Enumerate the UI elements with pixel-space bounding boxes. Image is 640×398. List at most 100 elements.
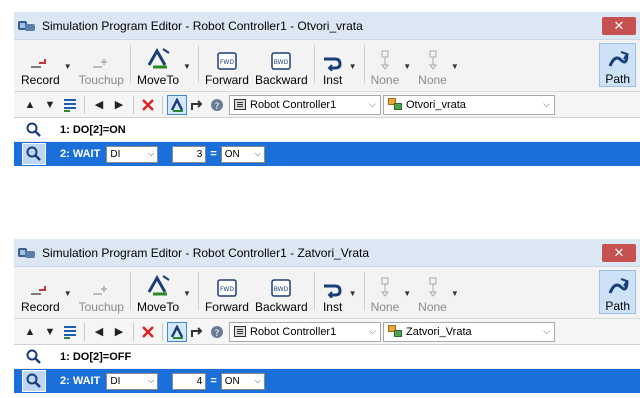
none-button-1[interactable]: None <box>368 268 403 314</box>
none-button-2[interactable]: None <box>415 41 450 87</box>
program-line-2[interactable]: 2: WAIT DI ⌵ 4 = ON ⌵ <box>14 369 640 393</box>
none2-dropdown-icon[interactable]: ▼ <box>451 62 459 71</box>
moveto-button[interactable]: MoveTo <box>134 268 182 314</box>
signal-index-field[interactable]: 3 <box>172 145 207 163</box>
controller-select[interactable]: Robot Controller1 ⌵ <box>229 321 381 342</box>
program-select[interactable]: Otvori_vrata ⌵ <box>383 94 555 115</box>
magnifier-icon[interactable] <box>22 346 46 368</box>
forward-icon: FWD <box>216 47 238 71</box>
workobject-icon <box>426 274 440 298</box>
move-up-icon[interactable]: ▲ <box>20 322 40 342</box>
path-button[interactable]: Path <box>599 270 636 314</box>
record-label: Record <box>21 73 60 87</box>
none1-dropdown-icon[interactable]: ▼ <box>403 289 411 298</box>
svg-text:?: ? <box>215 329 220 339</box>
none-button-1[interactable]: None <box>368 41 403 87</box>
chevron-down-icon: ⌵ <box>369 325 376 336</box>
signal-state-select[interactable]: ON ⌵ <box>220 145 265 163</box>
backward-button[interactable]: BWD Backward <box>252 268 311 314</box>
list-icon[interactable] <box>60 95 80 115</box>
signal-state-value: ON <box>224 148 240 160</box>
moveto-dropdown-icon[interactable]: ▼ <box>183 289 191 298</box>
backward-label: Backward <box>254 300 308 314</box>
magnifier-icon[interactable] <box>22 119 46 141</box>
line-prefix: 2: WAIT <box>60 375 101 387</box>
forward-button[interactable]: FWD Forward <box>202 268 252 314</box>
moveto-label: MoveTo <box>136 73 180 87</box>
none2-dropdown-icon[interactable]: ▼ <box>451 289 459 298</box>
inst-dropdown-icon[interactable]: ▼ <box>349 62 357 71</box>
delete-icon[interactable] <box>138 322 158 342</box>
tool-icon <box>378 274 392 298</box>
ribbon: Record ▼ Touchup MoveTo ▼ FWD Forward BW… <box>14 40 640 92</box>
jump-icon[interactable] <box>187 95 207 115</box>
moveto-dropdown-icon[interactable]: ▼ <box>183 62 191 71</box>
move-up-icon[interactable]: ▲ <box>20 95 40 115</box>
jump-icon[interactable] <box>187 322 207 342</box>
editor-toolbar: ▲ ▼ ◀ ▶ ? Robot Controller1 ⌵ Otvori_vra… <box>14 92 640 118</box>
program-icon <box>388 325 403 338</box>
svg-text:FWD: FWD <box>220 59 234 66</box>
move-down-icon[interactable]: ▼ <box>40 95 60 115</box>
record-button[interactable]: Record <box>18 268 63 314</box>
delete-icon[interactable] <box>138 95 158 115</box>
touchup-button[interactable]: Touchup <box>76 41 127 87</box>
none-button-2[interactable]: None <box>415 268 450 314</box>
backward-icon: BWD <box>270 47 292 71</box>
equals-sign: = <box>210 148 217 160</box>
moveto-mode-icon[interactable] <box>167 321 187 342</box>
chevron-down-icon: ⌵ <box>543 98 550 109</box>
controller-select[interactable]: Robot Controller1 ⌵ <box>229 94 381 115</box>
record-dropdown-icon[interactable]: ▼ <box>64 289 72 298</box>
moveto-icon <box>145 274 171 298</box>
program-select[interactable]: Zatvori_Vrata ⌵ <box>383 321 555 342</box>
program-line-1[interactable]: 1: DO[2]=OFF <box>14 345 640 369</box>
help-icon[interactable]: ? <box>207 95 227 115</box>
path-button[interactable]: Path <box>599 43 636 87</box>
list-icon[interactable] <box>60 322 80 342</box>
close-button[interactable]: ✕ <box>602 243 636 262</box>
moveto-label: MoveTo <box>136 300 180 314</box>
chevron-down-icon: ⌵ <box>148 375 155 385</box>
backward-button[interactable]: BWD Backward <box>252 41 311 87</box>
inst-icon <box>321 47 345 71</box>
record-dropdown-icon[interactable]: ▼ <box>64 62 72 71</box>
moveto-mode-icon[interactable] <box>167 94 187 115</box>
moveto-button[interactable]: MoveTo <box>134 41 182 87</box>
program-line-1[interactable]: 1: DO[2]=ON <box>14 118 640 142</box>
backward-label: Backward <box>254 73 308 87</box>
magnifier-icon[interactable] <box>22 370 46 392</box>
program-value: Otvori_vrata <box>406 98 466 111</box>
next-icon[interactable]: ▶ <box>109 95 129 115</box>
signal-type-value: DI <box>110 375 121 387</box>
inst-label: Inst <box>322 300 343 314</box>
backward-icon: BWD <box>270 274 292 298</box>
touchup-label: Touchup <box>78 73 124 87</box>
forward-button[interactable]: FWD Forward <box>202 41 252 87</box>
signal-type-select[interactable]: DI ⌵ <box>106 372 159 390</box>
record-button[interactable]: Record <box>18 41 63 87</box>
none-label-1: None <box>370 73 400 87</box>
none1-dropdown-icon[interactable]: ▼ <box>403 62 411 71</box>
inst-button[interactable]: Inst <box>318 268 348 314</box>
next-icon[interactable]: ▶ <box>109 322 129 342</box>
controller-value: Robot Controller1 <box>250 325 337 338</box>
inst-label: Inst <box>322 73 343 87</box>
chevron-down-icon: ⌵ <box>543 325 550 336</box>
signal-type-select[interactable]: DI ⌵ <box>106 145 159 163</box>
help-icon[interactable]: ? <box>207 322 227 342</box>
signal-state-select[interactable]: ON ⌵ <box>220 372 265 390</box>
prev-icon[interactable]: ◀ <box>89 322 109 342</box>
path-label: Path <box>605 299 630 313</box>
move-down-icon[interactable]: ▼ <box>40 322 60 342</box>
path-label: Path <box>605 72 630 86</box>
touchup-button[interactable]: Touchup <box>76 268 127 314</box>
workobject-icon <box>426 47 440 71</box>
close-button[interactable]: ✕ <box>602 16 636 35</box>
program-line-2[interactable]: 2: WAIT DI ⌵ 3 = ON ⌵ <box>14 142 640 166</box>
inst-button[interactable]: Inst <box>318 41 348 87</box>
prev-icon[interactable]: ◀ <box>89 95 109 115</box>
magnifier-icon[interactable] <box>22 143 46 165</box>
signal-index-field[interactable]: 4 <box>172 372 207 390</box>
inst-dropdown-icon[interactable]: ▼ <box>349 289 357 298</box>
